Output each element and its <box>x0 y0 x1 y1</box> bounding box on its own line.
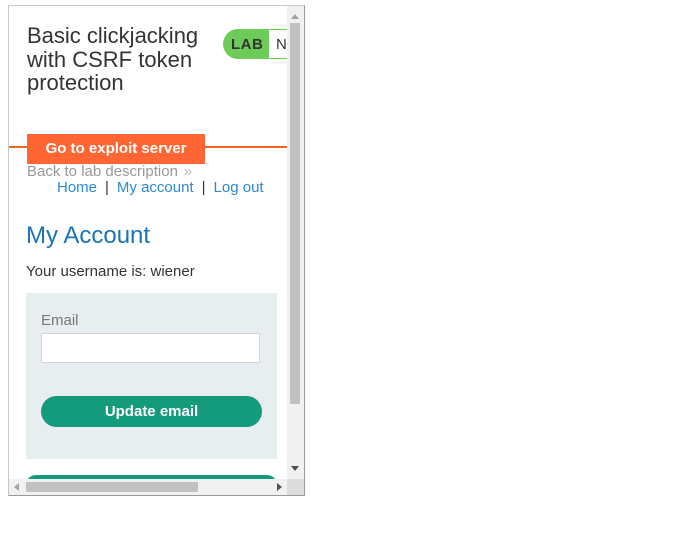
scrollbar-corner <box>287 479 304 495</box>
top-nav: Home | My account | Log out <box>57 179 264 196</box>
nav-my-account-link[interactable]: My account <box>117 179 194 196</box>
change-email-form: Email Update email <box>26 293 277 459</box>
email-field[interactable] <box>41 333 260 363</box>
scroll-down-arrow-icon[interactable] <box>291 466 299 471</box>
nav-separator: | <box>201 179 206 196</box>
nav-home-link[interactable]: Home <box>57 179 97 196</box>
scroll-left-arrow-icon[interactable] <box>14 483 19 491</box>
double-chevron-right-icon: » <box>183 163 193 180</box>
page-heading: My Account <box>26 222 151 249</box>
scroll-right-arrow-icon[interactable] <box>277 483 282 491</box>
page-viewport: Basic clickjacking with CSRF token prote… <box>9 6 287 479</box>
nav-separator: | <box>105 179 109 196</box>
vertical-scrollbar[interactable] <box>287 6 304 479</box>
horizontal-scroll-thumb[interactable] <box>26 482 198 492</box>
lab-title: Basic clickjacking with CSRF token prote… <box>27 23 199 95</box>
email-label: Email <box>41 312 79 329</box>
horizontal-scrollbar[interactable] <box>9 479 287 495</box>
lab-status-badge: LAB N <box>223 29 287 59</box>
vertical-scroll-thumb[interactable] <box>290 23 300 404</box>
username-text: Your username is: wiener <box>26 263 195 280</box>
scroll-up-arrow-icon[interactable] <box>291 14 299 19</box>
back-link-label: Back to lab description <box>27 163 178 180</box>
update-email-button[interactable]: Update email <box>41 396 262 427</box>
nav-log-out-link[interactable]: Log out <box>214 179 264 196</box>
go-to-exploit-server-button[interactable]: Go to exploit server <box>27 134 205 164</box>
lab-status-text: N <box>269 30 287 58</box>
iframe-window: Basic clickjacking with CSRF token prote… <box>8 5 305 496</box>
lab-badge-label: LAB <box>231 36 264 53</box>
back-to-lab-description-link[interactable]: Back to lab description » <box>27 163 192 180</box>
